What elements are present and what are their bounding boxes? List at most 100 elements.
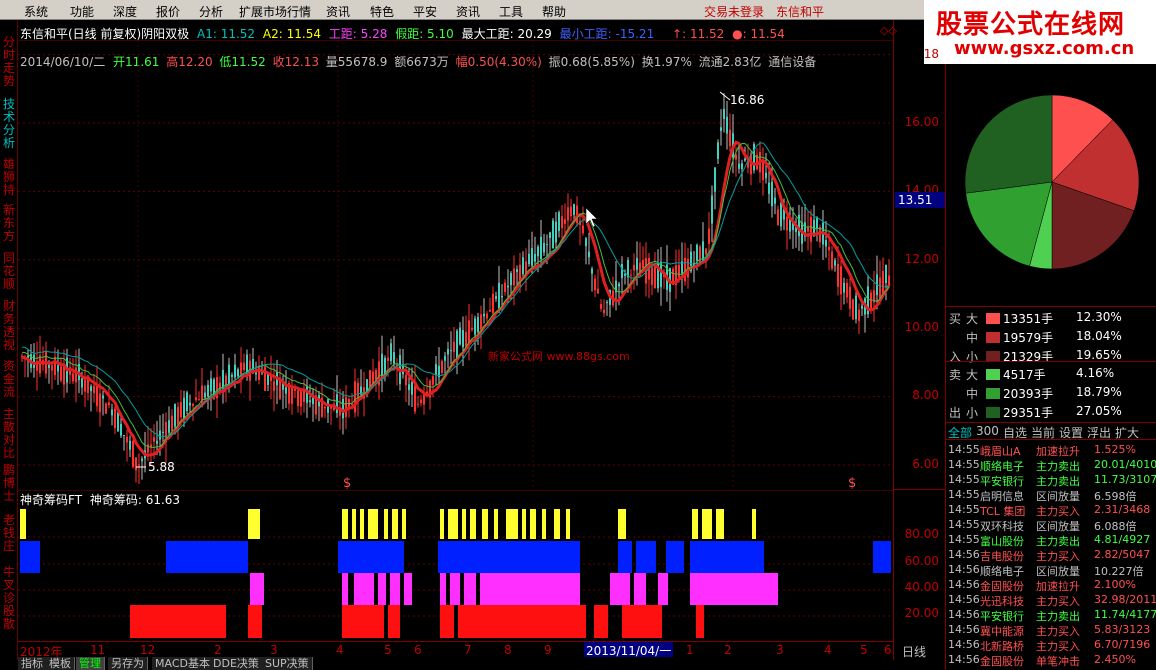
candle-body <box>444 356 446 361</box>
chip-band-blue <box>618 541 632 573</box>
alert-row[interactable]: 14:55 TCL 集团 主力买入 2.31/3468 <box>946 503 1156 518</box>
menu-info[interactable]: 资讯 <box>456 3 480 20</box>
bottom-tab[interactable]: 管理 <box>76 657 105 670</box>
candle-body <box>123 435 125 437</box>
candle-body <box>651 267 653 285</box>
left-tab-bar: 分时走势技术分析雄狮持新东方同花顺财务透视资金流主散对比鹏博士老钱庄牛叉诊股散 <box>0 20 18 660</box>
panel-tab-float[interactable]: 浮出 <box>1087 424 1111 441</box>
alert-row[interactable]: 14:55 顺络电子 主力卖出 20.01/4010 <box>946 458 1156 473</box>
chip-band-magenta <box>440 573 446 605</box>
alert-row[interactable]: 14:55 启明信息 区间放量 6.598倍 <box>946 488 1156 503</box>
bottom-tab[interactable]: 模板 <box>46 657 75 670</box>
candle-body <box>591 268 593 274</box>
left-tab[interactable]: 分时走势 <box>1 36 17 88</box>
menu-ext-market[interactable]: 扩展市场行情 <box>239 3 311 20</box>
candle-body <box>570 206 572 217</box>
menu-pingan[interactable]: 平安 <box>413 3 437 20</box>
alert-event: 区间放量 <box>1036 490 1080 503</box>
alert-row[interactable]: 14:56 顺络电子 区间放量 10.227倍 <box>946 563 1156 578</box>
chip-band-yellow <box>482 509 488 539</box>
alert-event: 主力买入 <box>1036 550 1080 563</box>
alert-row[interactable]: 14:55 峨眉山A 加速拉升 1.525% <box>946 443 1156 458</box>
ma-line-green <box>21 142 890 448</box>
menu-tools[interactable]: 工具 <box>499 3 523 20</box>
candle-body <box>720 127 722 132</box>
left-tab[interactable]: 老钱庄 <box>1 514 17 553</box>
chip-indicator-chart[interactable] <box>18 490 893 640</box>
high-price-label: 16.86 <box>730 93 764 107</box>
candle-body <box>459 327 461 345</box>
alert-row[interactable]: 14:56 吉电股份 主力买入 2.82/5047 <box>946 548 1156 563</box>
candle-body <box>597 288 599 294</box>
candle-body <box>585 238 587 247</box>
left-tab[interactable]: 主散对比 <box>1 408 17 460</box>
panel-tab-watchlist[interactable]: 自选 <box>1003 424 1027 441</box>
flow-volume: 20393手 <box>1003 387 1054 401</box>
chip-band-yellow <box>368 509 378 539</box>
candle-body <box>516 269 518 273</box>
bottom-tab[interactable]: SUP决策 <box>262 657 313 670</box>
alert-row[interactable]: 14:56 冀中能源 主力买入 5.83/3123 <box>946 623 1156 638</box>
alert-row[interactable]: 14:56 光迅科技 主力买入 32.98/2011 <box>946 593 1156 608</box>
candle-body <box>180 402 182 418</box>
panel-tab-expand[interactable]: 扩大 <box>1115 424 1139 441</box>
candle-body <box>420 399 422 403</box>
left-tab[interactable]: 财务透视 <box>1 300 17 352</box>
menu-system[interactable]: 系统 <box>24 3 48 20</box>
alert-row[interactable]: 14:55 富山股份 主力卖出 4.81/4927 <box>946 533 1156 548</box>
chip-band-blue <box>873 541 891 573</box>
menu-help[interactable]: 帮助 <box>542 3 566 20</box>
chip-band-yellow <box>506 509 518 539</box>
left-tab[interactable]: 新东方 <box>1 204 17 243</box>
flow-volume: 19579手 <box>1003 331 1054 345</box>
candle-body <box>153 437 155 442</box>
panel-tab-current[interactable]: 当前 <box>1031 424 1055 441</box>
bottom-tab[interactable]: DDE决策 <box>210 657 263 670</box>
left-tab[interactable]: 雄狮持 <box>1 158 17 197</box>
panel-tab-300[interactable]: 300 <box>976 424 999 438</box>
panel-tab-all[interactable]: 全部 <box>948 424 972 441</box>
login-status[interactable]: 交易未登录 <box>704 3 764 20</box>
alert-time: 14:56 <box>948 653 980 666</box>
alert-row[interactable]: 14:56 金固股份 单笔冲击 2.450% <box>946 653 1156 668</box>
candle-body <box>552 220 554 249</box>
candle-body <box>105 403 107 414</box>
left-tab[interactable]: 同花顺 <box>1 252 17 291</box>
menu-feature[interactable]: 特色 <box>370 3 394 20</box>
left-tab[interactable]: 资金流 <box>1 360 17 399</box>
alert-row[interactable]: 14:55 双环科技 区间放量 6.088倍 <box>946 518 1156 533</box>
alert-row[interactable]: 14:55 平安银行 主力卖出 11.73/3107 <box>946 473 1156 488</box>
candle-body <box>264 366 266 391</box>
alert-row[interactable]: 14:56 平安银行 主力卖出 11.74/4177 <box>946 608 1156 623</box>
alert-row[interactable]: 14:56 北新路桥 主力买入 6.70/7196 <box>946 638 1156 653</box>
menu-quote[interactable]: 报价 <box>156 3 180 20</box>
bottom-tab[interactable]: 另存为 <box>108 657 148 670</box>
left-tab[interactable]: 技术分析 <box>1 98 17 150</box>
kline-chart[interactable]: 16.86 5.88 新家公式网 www.88gs.com $ $ <box>18 40 893 490</box>
candle-body <box>654 266 656 289</box>
alert-row[interactable]: 14:56 金固股份 加速拉升 2.100% <box>946 578 1156 593</box>
bottom-tab[interactable]: MACD基本 <box>152 657 214 670</box>
chip-band-yellow <box>530 509 536 539</box>
menu-depth[interactable]: 深度 <box>113 3 137 20</box>
chip-band-yellow <box>342 509 348 539</box>
bottom-tab[interactable]: 指标 <box>18 657 47 670</box>
v1-value: ↑: 11.52 <box>672 27 725 41</box>
candle-body <box>162 431 164 433</box>
left-tab[interactable]: 鹏博士 <box>1 464 17 503</box>
menu-function[interactable]: 功能 <box>70 3 94 20</box>
left-tab[interactable]: 散 <box>1 618 17 631</box>
candle-body <box>129 440 131 450</box>
panel-tab-settings[interactable]: 设置 <box>1059 424 1083 441</box>
menu-analysis[interactable]: 分析 <box>199 3 223 20</box>
candle-body <box>297 390 299 407</box>
candle-body <box>195 397 197 401</box>
left-tab[interactable]: 牛叉诊股 <box>1 566 17 618</box>
candle-body <box>117 412 119 432</box>
alert-value: 6.088倍 <box>1094 520 1137 533</box>
date-label: 9 <box>544 643 552 657</box>
period-label[interactable]: 日线 <box>902 643 926 660</box>
chip-band-magenta <box>610 573 630 605</box>
menu-news[interactable]: 资讯 <box>326 3 350 20</box>
alert-event: 主力卖出 <box>1036 610 1080 623</box>
